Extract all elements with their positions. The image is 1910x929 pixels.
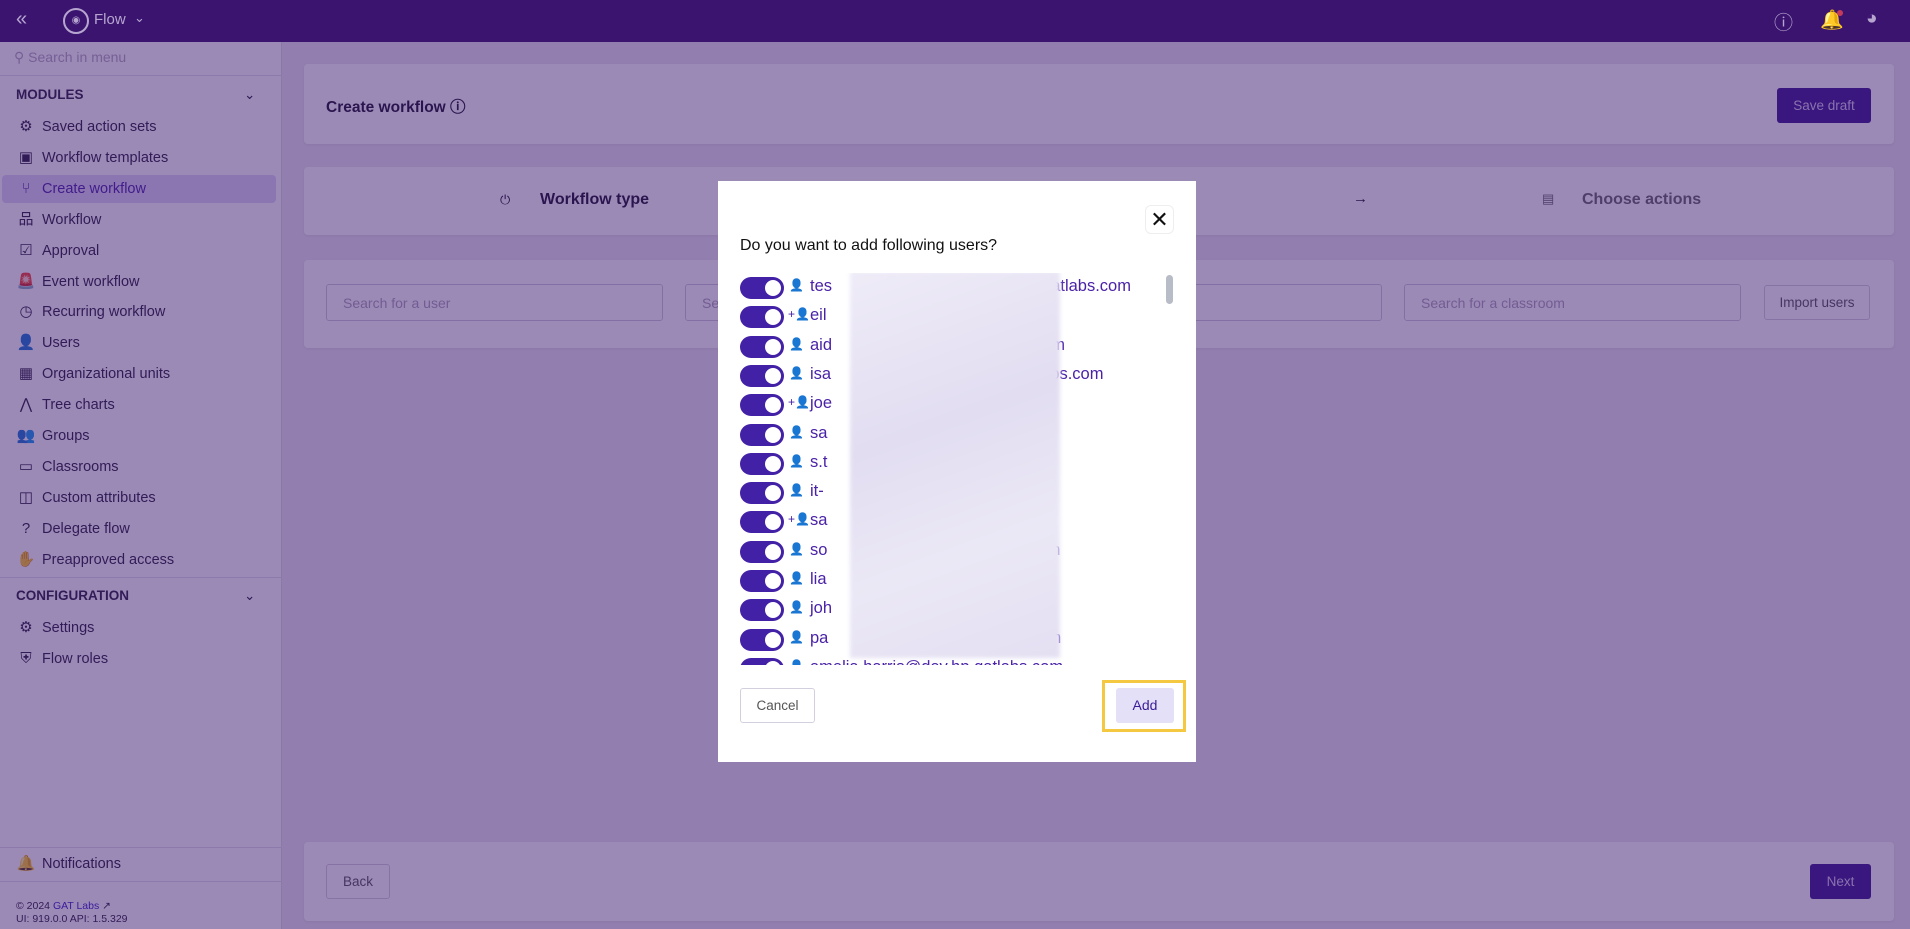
app-logo[interactable]: ◉ (63, 8, 89, 34)
app-switcher[interactable]: Flow (94, 11, 126, 28)
include-user-toggle[interactable] (740, 306, 784, 329)
include-user-toggle[interactable] (740, 511, 784, 534)
account-icon[interactable]: ◕ (1866, 8, 1877, 30)
include-user-toggle[interactable] (740, 452, 784, 475)
include-user-toggle[interactable] (740, 364, 784, 387)
top-bar: « ◉ Flow ⌄ ⓘ 🔔 ◕ (0, 0, 1910, 42)
person-icon: 👤 (789, 600, 804, 615)
person-icon: 👤 (789, 336, 804, 351)
help-icon[interactable]: ⓘ (1774, 8, 1793, 35)
include-user-toggle[interactable] (740, 657, 784, 665)
close-icon[interactable]: ✕ (1145, 205, 1174, 234)
person-icon: 👤 (789, 483, 804, 498)
notification-dot (1837, 10, 1843, 16)
person-icon: 👤 (789, 365, 804, 380)
person-icon: 👤 (789, 278, 804, 292)
include-user-toggle[interactable] (740, 540, 784, 563)
person-icon: 👤 (789, 629, 804, 644)
include-user-toggle[interactable] (740, 570, 784, 592)
include-user-toggle[interactable] (740, 628, 784, 651)
scrollbar[interactable] (1166, 275, 1173, 304)
cancel-button[interactable]: Cancel (740, 688, 815, 723)
dialog-title: Do you want to add following users? (740, 237, 998, 254)
include-user-toggle[interactable] (740, 599, 784, 622)
person-icon: 👤 (788, 659, 804, 665)
include-user-toggle[interactable] (740, 335, 784, 358)
person-add-icon: +👤 (788, 512, 810, 527)
person-icon: 👤 (789, 424, 804, 439)
include-user-toggle[interactable] (740, 394, 784, 417)
person-add-icon: +👤 (788, 395, 810, 410)
user-email: amelia.harris@dev.hp.gatlabs.com (810, 658, 1063, 665)
include-user-toggle[interactable] (740, 277, 784, 299)
person-icon: 👤 (789, 541, 804, 556)
collapse-sidebar-icon[interactable]: « (16, 8, 27, 31)
user-list: 👤tesgatlabs.com+👤eil👤aidom👤isaabs.com+👤j… (740, 273, 1170, 665)
add-users-dialog: ✕ Do you want to add following users? 👤 t… (718, 181, 1196, 762)
include-user-toggle[interactable] (740, 423, 784, 446)
include-user-toggle[interactable] (740, 482, 784, 505)
chevron-down-icon[interactable]: ⌄ (134, 10, 145, 26)
redaction-blur (850, 273, 1060, 658)
person-icon: 👤 (789, 453, 804, 468)
person-icon: 👤 (789, 571, 804, 585)
person-add-icon: +👤 (788, 307, 810, 322)
add-button[interactable]: Add (1116, 688, 1174, 723)
